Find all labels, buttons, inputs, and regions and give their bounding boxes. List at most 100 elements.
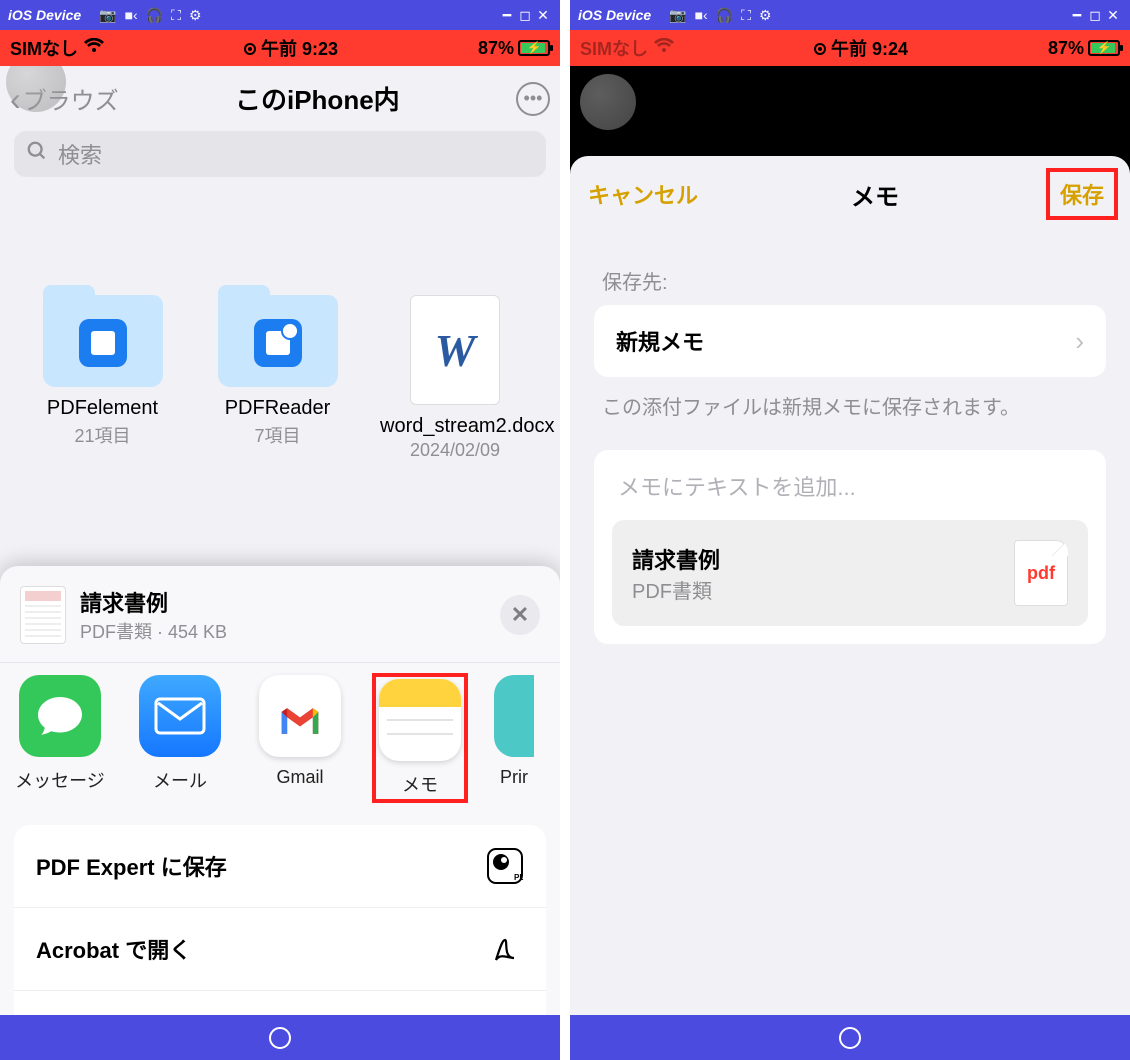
window-maximize[interactable]: ◻ bbox=[516, 7, 534, 24]
share-app-mail[interactable]: メール bbox=[134, 675, 226, 801]
home-button[interactable] bbox=[269, 1027, 291, 1049]
folder-icon bbox=[43, 295, 163, 387]
time-text: 9:24 bbox=[872, 39, 908, 59]
svg-text:PDF: PDF bbox=[514, 873, 523, 882]
destination-row[interactable]: 新規メモ › bbox=[594, 305, 1106, 377]
note-compose-card: メモにテキストを追加... 請求書例 PDF書類 pdf bbox=[594, 450, 1106, 644]
wifi-icon bbox=[84, 38, 104, 59]
attachment-subtitle: PDF書類 bbox=[632, 575, 720, 604]
camera-icon[interactable]: 📷 bbox=[99, 7, 116, 24]
messages-icon bbox=[19, 675, 101, 757]
share-app-notes[interactable]: メモ bbox=[374, 675, 466, 801]
share-app-label: メモ bbox=[374, 771, 466, 797]
camera-icon[interactable]: 📷 bbox=[669, 7, 686, 24]
gear-icon[interactable]: ⚙ bbox=[759, 7, 772, 24]
share-sheet: 請求書例 PDF書類 · 454 KB ✕ メッセージ bbox=[0, 566, 560, 1015]
emulator-title: iOS Device bbox=[8, 7, 81, 23]
files-browse-screen: ‹ ブラウズ このiPhone内 ••• 検索 PDFelement 21項目 … bbox=[0, 66, 560, 1060]
folder-count: 7項目 bbox=[205, 422, 350, 448]
phone-right: iOS Device 📷 ■‹ 🎧 ⛶ ⚙ ━ ◻ ✕ SIMなし 午前 9:2… bbox=[570, 0, 1130, 1060]
battery-icon: ⚡ bbox=[518, 40, 550, 56]
search-field[interactable]: 検索 bbox=[14, 131, 546, 177]
ios-status-bar: SIMなし 午前 9:23 87% ⚡ bbox=[0, 30, 560, 66]
time-text: 9:23 bbox=[302, 39, 338, 59]
notes-icon bbox=[379, 679, 461, 761]
notes-header: キャンセル メモ 保存 bbox=[570, 156, 1130, 232]
carrier-text: SIMなし bbox=[580, 35, 648, 61]
file-date: 2024/02/09 bbox=[380, 440, 530, 461]
share-app-print[interactable]: Prir bbox=[494, 675, 534, 801]
emulator-title: iOS Device bbox=[578, 7, 651, 23]
recording-indicator-icon bbox=[244, 43, 256, 55]
save-to-label: 保存先: bbox=[570, 232, 1130, 305]
window-maximize[interactable]: ◻ bbox=[1086, 7, 1104, 24]
time-prefix: 午前 bbox=[831, 39, 867, 59]
share-app-label: Gmail bbox=[254, 767, 346, 788]
attachment-row[interactable]: 請求書例 PDF書類 pdf bbox=[612, 520, 1088, 626]
folder-item[interactable]: PDFReader 7項目 bbox=[205, 295, 350, 461]
notes-save-sheet: キャンセル メモ 保存 保存先: 新規メモ › この添付ファイルは新規メモに保存… bbox=[570, 156, 1130, 1015]
share-app-label: Prir bbox=[494, 767, 534, 788]
headphones-icon[interactable]: 🎧 bbox=[146, 7, 163, 24]
share-file-name: 請求書例 bbox=[80, 586, 486, 618]
fullscreen-icon[interactable]: ⛶ bbox=[741, 7, 751, 24]
word-file-icon: W bbox=[410, 295, 500, 405]
attachment-name: 請求書例 bbox=[632, 543, 720, 575]
emulator-navbar bbox=[570, 1015, 1130, 1060]
pdf-file-icon: pdf bbox=[1014, 540, 1068, 606]
search-placeholder: 検索 bbox=[58, 138, 102, 170]
ios-status-bar: SIMなし 午前 9:24 87% ⚡ bbox=[570, 30, 1130, 66]
print-icon bbox=[494, 675, 534, 757]
files-navbar: ‹ ブラウズ このiPhone内 ••• bbox=[0, 66, 560, 123]
more-button[interactable]: ••• bbox=[516, 82, 550, 116]
save-button[interactable]: 保存 bbox=[1052, 174, 1112, 214]
video-icon[interactable]: ■‹ bbox=[125, 7, 138, 23]
window-minimize[interactable]: ━ bbox=[498, 7, 516, 24]
acrobat-icon bbox=[486, 930, 524, 968]
window-close[interactable]: ✕ bbox=[534, 7, 552, 24]
option-acrobat[interactable]: Acrobat で開く bbox=[14, 908, 546, 991]
notes-save-overlay: キャンセル メモ 保存 保存先: 新規メモ › この添付ファイルは新規メモに保存… bbox=[570, 132, 1130, 1015]
home-button[interactable] bbox=[839, 1027, 861, 1049]
window-minimize[interactable]: ━ bbox=[1068, 7, 1086, 24]
folder-name: PDFReader bbox=[205, 397, 350, 420]
folder-name: PDFelement bbox=[30, 397, 175, 420]
account-avatar bbox=[580, 74, 636, 130]
destination-note: この添付ファイルは新規メモに保存されます。 bbox=[570, 377, 1130, 450]
share-apps-row[interactable]: メッセージ メール Gmail メモ bbox=[0, 662, 560, 813]
destination-value: 新規メモ bbox=[616, 325, 704, 357]
file-item[interactable]: W word_stream2.docx 2024/02/09 bbox=[380, 295, 530, 461]
emulator-titlebar: iOS Device 📷 ■‹ 🎧 ⛶ ⚙ ━ ◻ ✕ bbox=[0, 0, 560, 30]
share-file-subtitle: PDF書類 · 454 KB bbox=[80, 618, 486, 644]
cancel-button[interactable]: キャンセル bbox=[588, 178, 698, 210]
note-text-input[interactable]: メモにテキストを追加... bbox=[612, 468, 1088, 520]
fullscreen-icon[interactable]: ⛶ bbox=[171, 7, 181, 24]
wifi-icon bbox=[654, 38, 674, 59]
gear-icon[interactable]: ⚙ bbox=[189, 7, 202, 24]
recording-indicator-icon bbox=[814, 43, 826, 55]
share-app-messages[interactable]: メッセージ bbox=[14, 675, 106, 801]
time-prefix: 午前 bbox=[261, 39, 297, 59]
share-app-label: メッセージ bbox=[14, 767, 106, 793]
chevron-right-icon: › bbox=[1075, 326, 1084, 357]
headphones-icon[interactable]: 🎧 bbox=[716, 7, 733, 24]
share-app-gmail[interactable]: Gmail bbox=[254, 675, 346, 801]
share-app-label: メール bbox=[134, 767, 226, 793]
window-close[interactable]: ✕ bbox=[1104, 7, 1122, 24]
folder-item[interactable]: PDFelement 21項目 bbox=[30, 295, 175, 461]
close-icon: ✕ bbox=[511, 602, 529, 628]
folder-count: 21項目 bbox=[30, 422, 175, 448]
option-pdf-expert[interactable]: PDF Expert に保存 PDF bbox=[14, 825, 546, 908]
battery-percent: 87% bbox=[478, 38, 514, 59]
pdf-expert-icon: PDF bbox=[486, 847, 524, 885]
option-label: Acrobat で開く bbox=[36, 933, 191, 965]
close-button[interactable]: ✕ bbox=[500, 595, 540, 635]
folder-icon bbox=[218, 295, 338, 387]
carrier-text: SIMなし bbox=[10, 35, 78, 61]
emulator-navbar bbox=[0, 1015, 560, 1060]
option-label: PDF Expert に保存 bbox=[36, 850, 227, 882]
page-title: このiPhone内 bbox=[119, 80, 516, 117]
video-icon[interactable]: ■‹ bbox=[695, 7, 708, 23]
sheet-title: メモ bbox=[698, 177, 1052, 212]
gmail-icon bbox=[259, 675, 341, 757]
